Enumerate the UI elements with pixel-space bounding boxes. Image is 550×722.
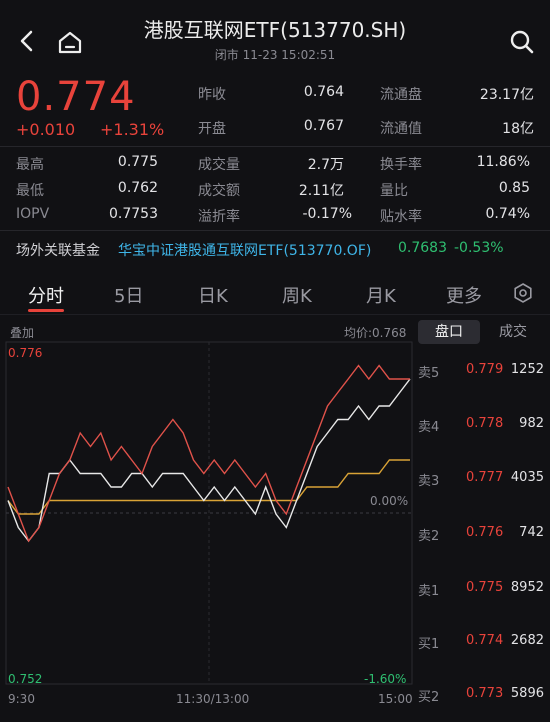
orderbook-side: 买2 [418,690,440,705]
tab-daily-k[interactable]: 日K [198,282,228,308]
stat-label: 最低 [16,183,44,199]
orderbook-row[interactable]: 卖2 0.776 742 [414,525,548,545]
divider [0,230,550,231]
orderbook-row[interactable]: 买1 0.774 2682 [414,633,548,653]
related-fund-link[interactable]: 华宝中证港股通互联网ETF(513770.OF) [118,240,371,260]
orderbook-row[interactable]: 卖5 0.779 1252 [414,362,548,382]
orderbook-volume: 982 [519,416,544,431]
y-axis-top-label: 0.776 [8,346,43,360]
orderbook-price: 0.775 [466,580,504,595]
page-title: 港股互联网ETF(513770.SH) [143,18,407,42]
intraday-chart[interactable] [0,318,414,708]
stat-label: 昨收 [198,87,226,103]
orderbook-side: 卖3 [418,474,440,489]
x-axis-end-label: 15:00 [378,692,413,706]
stat-label: 换手率 [380,157,422,173]
x-axis-start-label: 9:30 [8,692,35,706]
tab-intraday[interactable]: 分时 [28,282,64,308]
x-axis-mid-label: 11:30/13:00 [176,692,250,706]
stat-value: 0.764 [303,84,344,100]
tab-trades[interactable]: 成交 [488,320,538,344]
related-fund-label: 场外关联基金 [16,243,100,259]
stat-label: 成交量 [198,157,240,173]
orderbook-price: 0.774 [466,633,504,648]
orderbook-volume: 1252 [510,362,544,377]
search-icon[interactable] [508,28,536,56]
stat-value: 0.767 [303,118,344,134]
stat-label: 贴水率 [380,209,422,225]
orderbook-side: 卖5 [418,366,440,381]
stat-label: 开盘 [198,121,226,137]
tab-orderbook[interactable]: 盘口 [418,320,480,344]
pct-mid-label: 0.00% [370,494,409,508]
stat-value: 0.74% [485,206,530,222]
price-change-percent: +1.31% [100,120,165,139]
stat-value: 2.7万 [307,157,344,173]
y-axis-bottom-label: 0.752 [8,672,43,686]
tab-weekly-k[interactable]: 周K [282,282,312,308]
stat-value: 23.17亿 [479,87,534,103]
stat-label: IOPV [16,206,50,222]
orderbook-price: 0.777 [466,470,504,485]
stat-value: 2.11亿 [298,183,344,199]
orderbook-volume: 5896 [510,686,544,701]
stat-label: 成交额 [198,183,240,199]
stat-label: 溢折率 [198,209,240,225]
stat-label: 流通值 [380,121,422,137]
tab-monthly-k[interactable]: 月K [366,282,396,308]
divider [0,146,550,147]
orderbook-volume: 2682 [510,633,544,648]
active-tab-indicator [28,309,64,312]
orderbook-price: 0.773 [466,686,504,701]
orderbook-row[interactable]: 买2 0.773 5896 [414,686,548,706]
stat-label: 流通盘 [380,87,422,103]
stat-value: 0.762 [117,180,158,196]
stat-value: 18亿 [502,121,534,137]
orderbook-price: 0.776 [466,525,504,540]
last-price: 0.774 [16,74,136,120]
orderbook-volume: 4035 [510,470,544,485]
orderbook-row[interactable]: 卖4 0.778 982 [414,416,548,436]
orderbook-price: 0.779 [466,362,504,377]
orderbook-volume: 742 [519,525,544,540]
orderbook-row[interactable]: 卖1 0.775 8952 [414,580,548,600]
orderbook-side: 卖1 [418,584,440,599]
orderbook-side: 买1 [418,637,440,652]
related-fund-price: 0.7683 [398,240,447,256]
orderbook-price: 0.778 [466,416,504,431]
orderbook-side: 卖2 [418,529,440,544]
stat-value: 0.775 [117,154,158,170]
stat-value: -0.17% [302,206,352,222]
market-status: 闭市 11-23 15:02:51 [214,48,336,62]
stat-value: 0.85 [498,180,530,196]
orderbook-volume: 8952 [510,580,544,595]
orderbook-side: 卖4 [418,420,440,435]
settings-icon[interactable] [512,282,534,304]
stat-value: 0.7753 [109,206,158,222]
orderbook-row[interactable]: 卖3 0.777 4035 [414,470,548,490]
pct-bottom-label: -1.60% [364,672,407,686]
divider [0,314,550,315]
tab-5day[interactable]: 5日 [114,282,143,308]
stat-label: 最高 [16,157,44,173]
price-change: +0.010 [16,120,76,139]
stat-label: 量比 [380,183,408,199]
stat-value: 11.86% [476,154,530,170]
tab-more[interactable]: 更多 [446,282,482,308]
related-fund-change: -0.53% [454,240,504,256]
